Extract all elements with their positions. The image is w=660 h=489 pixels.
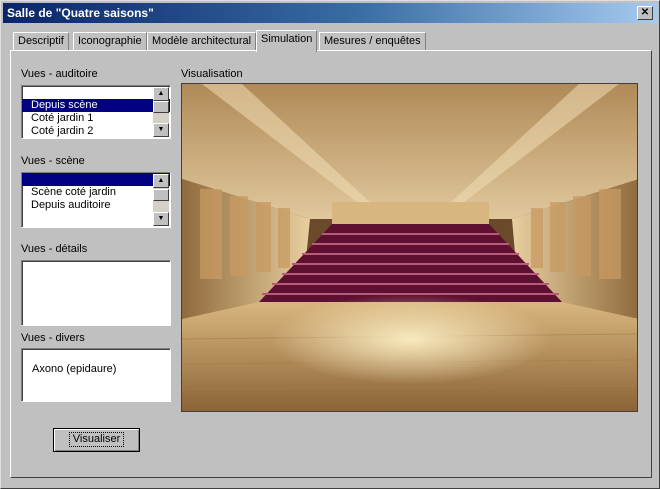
scroll-thumb[interactable]: [153, 189, 169, 201]
scroll-up-icon[interactable]: ▲: [153, 87, 169, 101]
label-vues-divers: Vues - divers: [21, 332, 85, 344]
list-item[interactable]: Coté jardin 2: [22, 125, 170, 138]
visualiser-button[interactable]: Visualiser: [53, 428, 140, 452]
window-title: Salle de "Quatre saisons": [7, 6, 154, 20]
scrollbar[interactable]: ▲ ▼: [153, 174, 169, 226]
close-button[interactable]: ✕: [637, 6, 653, 20]
scroll-up-icon[interactable]: ▲: [153, 174, 169, 188]
list-item[interactable]: Depuis auditoire: [22, 199, 170, 212]
tab-modele-architectural[interactable]: Modèle architectural: [147, 32, 257, 51]
listbox-vues-auditoire[interactable]: Depuis scène Coté jardin 1 Coté jardin 2…: [21, 85, 171, 139]
label-vues-auditoire: Vues - auditoire: [21, 68, 98, 80]
list-item[interactable]: [22, 86, 170, 99]
scrollbar[interactable]: ▲ ▼: [153, 87, 169, 137]
list-item[interactable]: Axono (epidaure): [22, 363, 170, 376]
tab-iconographie[interactable]: Iconographie: [73, 32, 147, 51]
visualisation-render-image: [181, 83, 638, 412]
label-vues-details: Vues - détails: [21, 243, 88, 255]
dialog-window: Salle de "Quatre saisons" ✕ Descriptif I…: [0, 0, 660, 489]
listbox-vues-details[interactable]: [21, 260, 171, 326]
visualiser-button-label: Visualiser: [68, 432, 125, 447]
tab-descriptif[interactable]: Descriptif: [13, 32, 69, 51]
label-vues-scene: Vues - scène: [21, 155, 85, 167]
label-visualisation: Visualisation: [181, 68, 243, 80]
auditorium-render: [182, 84, 637, 411]
listbox-vues-divers[interactable]: Axono (epidaure): [21, 348, 171, 402]
scroll-thumb[interactable]: [153, 101, 169, 113]
scroll-down-icon[interactable]: ▼: [153, 212, 169, 226]
tab-mesures-enquetes[interactable]: Mesures / enquêtes: [319, 32, 426, 51]
title-bar[interactable]: Salle de "Quatre saisons" ✕: [3, 3, 657, 23]
listbox-vues-scene[interactable]: Scène coté jardin Depuis auditoire ▲ ▼: [21, 172, 171, 228]
list-item-selected[interactable]: Depuis scène: [22, 99, 170, 112]
list-item[interactable]: Scène coté jardin: [22, 186, 170, 199]
scroll-down-icon[interactable]: ▼: [153, 123, 169, 137]
list-item[interactable]: Coté jardin 1: [22, 112, 170, 125]
tab-simulation[interactable]: Simulation: [256, 30, 318, 52]
list-item-selected[interactable]: [22, 173, 170, 186]
